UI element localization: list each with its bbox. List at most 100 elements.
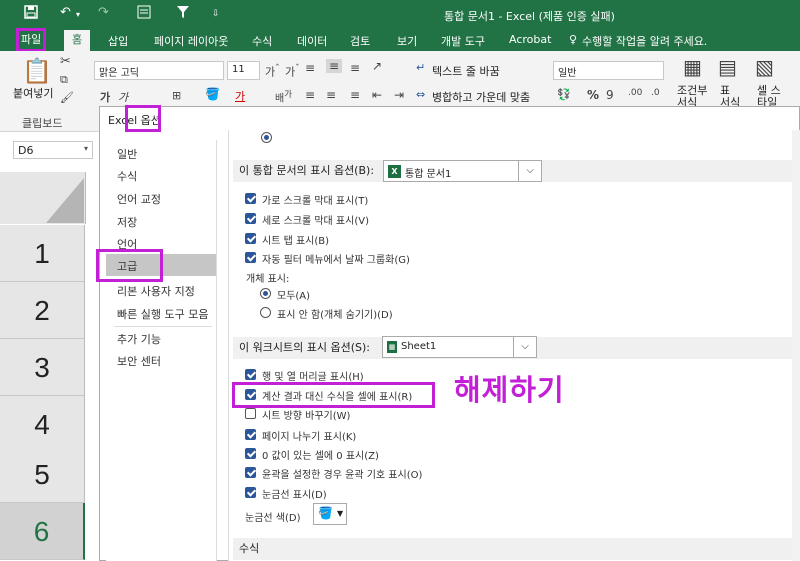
indent-icon[interactable]: ⇤ — [372, 88, 382, 102]
tab-formulas[interactable]: 수식 — [252, 33, 272, 49]
redo-icon[interactable]: ↷ — [98, 5, 109, 20]
clipboard-group-label: 클립보드 — [22, 117, 63, 130]
tab-data[interactable]: 데이터 — [297, 33, 327, 49]
format-painter-icon[interactable]: 🖌 — [60, 91, 74, 104]
row-header[interactable]: 3 — [0, 339, 85, 396]
increase-decimal-icon[interactable]: .00 — [628, 88, 642, 98]
tell-me-search[interactable]: 수행할 작업을 알려 주세요. — [582, 33, 707, 49]
tab-acrobat[interactable]: Acrobat — [509, 33, 551, 46]
outdent-icon[interactable]: ⇥ — [394, 88, 404, 102]
comma-icon[interactable]: 9 — [606, 88, 614, 102]
checkbox-sheet-tabs[interactable] — [245, 233, 256, 244]
accounting-icon[interactable]: 💱 — [557, 88, 571, 101]
chevron-down-icon[interactable]: ⌵ — [518, 161, 541, 181]
tab-review[interactable]: 검토 — [350, 33, 370, 49]
bold-icon[interactable]: 가 — [100, 89, 110, 105]
phonetic-icon[interactable]: 배가 — [275, 88, 292, 104]
workbook-dropdown[interactable]: X 통합 문서1 ⌵ — [383, 160, 542, 182]
paste-label[interactable]: 붙여넣기 — [13, 85, 53, 101]
orientation-icon[interactable]: ↗ — [372, 59, 382, 73]
options-scrollbar[interactable] — [792, 130, 800, 561]
annotation-text: 해제하기 — [454, 373, 565, 407]
align-middle-icon[interactable]: ≡ — [326, 59, 343, 73]
grow-font-icon[interactable]: 가ˆ — [265, 63, 280, 80]
nav-item-customize-ribbon[interactable]: 리본 사용자 지정 — [117, 283, 195, 299]
nav-item-addins[interactable]: 추가 기능 — [117, 331, 161, 347]
save-icon[interactable] — [24, 5, 38, 23]
highlight-box — [96, 249, 163, 282]
nav-item-formulas[interactable]: 수식 — [117, 168, 137, 184]
align-center-icon[interactable]: ≡ — [326, 88, 336, 102]
italic-icon[interactable]: 가 — [118, 89, 128, 105]
table-format-icon[interactable]: ▤ — [718, 55, 737, 79]
fill-color-icon[interactable]: 🪣 — [205, 87, 220, 101]
align-left-icon[interactable]: ≡ — [305, 88, 315, 102]
row-header[interactable]: 2 — [0, 282, 85, 339]
conditional-format-icon[interactable]: ▦ — [683, 55, 702, 79]
nav-item-quick-access[interactable]: 빠른 실행 도구 모음 — [117, 306, 208, 322]
row-header[interactable]: 1 — [0, 225, 85, 282]
option-group-dates: 자동 필터 메뉴에서 날짜 그룹화(G) — [262, 255, 410, 266]
tab-view[interactable]: 보기 — [397, 33, 417, 49]
decrease-decimal-icon[interactable]: .0 — [651, 88, 660, 98]
radio-show-all[interactable] — [260, 288, 271, 299]
customize-qa-icon[interactable]: ⇩ — [212, 9, 220, 19]
chevron-down-icon[interactable]: ▾ — [84, 144, 88, 153]
chevron-down-icon[interactable]: ⌵ — [513, 337, 536, 357]
worksheet-dropdown[interactable]: ▦ Sheet1 ⌵ — [382, 336, 537, 358]
nav-item-general[interactable]: 일반 — [117, 146, 137, 162]
font-size-box[interactable]: 11 — [227, 61, 260, 80]
lightbulb-icon: ♀ — [569, 33, 578, 46]
checkbox-gridlines[interactable] — [245, 487, 256, 498]
number-format-box[interactable]: 일반 — [553, 61, 664, 80]
radio-partial[interactable] — [261, 132, 272, 143]
option-sheet-tabs: 시트 탭 표시(B) — [262, 236, 330, 247]
paste-icon[interactable]: 📋 — [22, 57, 52, 85]
radio-hide-objects[interactable] — [260, 307, 271, 318]
wrap-text-button[interactable]: 텍스트 줄 바꿈 — [432, 63, 500, 79]
nav-item-proofing[interactable]: 언어 교정 — [117, 191, 161, 207]
tab-page-layout[interactable]: 페이지 레이아웃 — [154, 33, 228, 49]
wrap-text-icon[interactable]: ↵ — [416, 61, 425, 74]
align-right-icon[interactable]: ≡ — [350, 88, 360, 102]
checkbox-page-breaks[interactable] — [245, 429, 256, 440]
sheet-icon: ▦ — [387, 341, 397, 353]
shrink-font-icon[interactable]: 가ˇ — [285, 63, 300, 80]
tab-home[interactable]: 홈 — [64, 30, 91, 51]
checkbox-vertical-scroll[interactable] — [245, 213, 256, 224]
checkbox-right-to-left[interactable] — [245, 408, 256, 419]
font-name-box[interactable]: 맑은 고딕 — [94, 61, 224, 80]
row-header[interactable]: 5 — [0, 446, 85, 503]
chevron-down-icon[interactable]: ▾ — [76, 10, 80, 19]
checkbox-show-zero[interactable] — [245, 448, 256, 459]
checkbox-outline-symbols[interactable] — [245, 467, 256, 478]
tab-file[interactable]: 파일 — [15, 28, 47, 52]
cut-icon[interactable]: ✂ — [60, 54, 71, 69]
filter-icon[interactable] — [176, 5, 190, 23]
gridline-color-picker[interactable]: 🪣 ▼ — [313, 503, 347, 525]
font-color-icon[interactable]: 가 — [235, 88, 245, 104]
align-top-icon[interactable]: ≡ — [305, 61, 315, 75]
align-bottom-icon[interactable]: ≡ — [350, 61, 360, 75]
cell-style-icon[interactable]: ▧ — [755, 55, 774, 79]
border-icon[interactable]: ⊞ — [172, 89, 181, 102]
print-preview-icon[interactable] — [137, 5, 151, 23]
merge-center-button[interactable]: 병합하고 가운데 맞춤 — [432, 89, 530, 105]
tab-developer[interactable]: 개발 도구 — [441, 33, 485, 49]
nav-item-save[interactable]: 저장 — [117, 214, 137, 230]
checkbox-row-col-headers[interactable] — [245, 369, 256, 380]
option-row-col-headers: 행 및 열 머리글 표시(H) — [262, 372, 364, 383]
copy-icon[interactable]: ⧉ — [60, 73, 68, 87]
name-box-value: D6 — [18, 144, 34, 157]
name-box[interactable]: D6 — [13, 141, 93, 159]
row-header[interactable]: 4 — [0, 396, 85, 453]
undo-icon[interactable]: ↶ — [60, 5, 71, 20]
row-header-selected[interactable]: 6 — [0, 503, 85, 560]
tab-insert[interactable]: 삽입 — [108, 33, 128, 49]
percent-icon[interactable]: % — [587, 88, 599, 102]
checkbox-horizontal-scroll[interactable] — [245, 193, 256, 204]
checkbox-group-dates[interactable] — [245, 252, 256, 263]
merge-icon[interactable]: ⇔ — [416, 88, 425, 101]
font-size-value: 11 — [232, 64, 245, 75]
nav-item-trust-center[interactable]: 보안 센터 — [117, 353, 161, 369]
